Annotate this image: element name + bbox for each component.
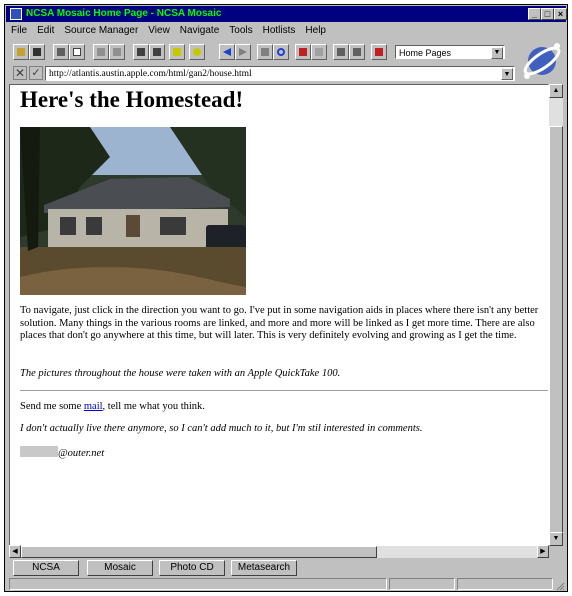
redacted-username <box>20 446 58 457</box>
menu-file[interactable]: File <box>11 25 27 36</box>
bottom-tabs: NCSA Mosaic Photo CD Metasearch <box>9 560 559 576</box>
status-panel-info <box>457 578 553 590</box>
copy-icon[interactable] <box>109 44 125 60</box>
menu-bar: File Edit Source Manager View Navigate Tools H… <box>7 23 565 39</box>
help-icon[interactable] <box>189 44 205 60</box>
menu-edit[interactable]: Edit <box>37 25 54 36</box>
email-address: @outer.net <box>20 446 542 461</box>
status-bar <box>7 578 565 591</box>
tab-photo-cd[interactable]: Photo CD <box>159 560 225 576</box>
find-icon[interactable] <box>133 44 149 60</box>
document-icon[interactable] <box>169 44 185 60</box>
menu-navigate[interactable]: Navigate <box>180 25 219 36</box>
chevron-down-icon[interactable]: ▼ <box>501 68 513 80</box>
reload-icon[interactable] <box>273 44 289 60</box>
page-content: Here's the Homestead! To navigate, just … <box>9 84 549 546</box>
tab-ncsa[interactable]: NCSA <box>13 560 79 576</box>
print-icon[interactable] <box>53 44 69 60</box>
address-row: ✕ ✓ http://atlantis.austin.apple.com/htm… <box>7 65 515 83</box>
cancel-icon[interactable] <box>311 44 327 60</box>
close-icon[interactable]: × <box>554 8 567 20</box>
save-disk-icon[interactable] <box>29 44 45 60</box>
confirm-url-icon[interactable]: ✓ <box>29 66 43 80</box>
mail-link[interactable]: mail <box>84 401 103 412</box>
tab-metasearch[interactable]: Metasearch <box>231 560 297 576</box>
hotlist-dropdown[interactable]: Home Pages ▼ <box>395 45 505 59</box>
mosaic-logo-icon[interactable] <box>519 39 565 83</box>
paragraph-navigation: To navigate, just click in the direction… <box>20 305 539 341</box>
house-photo <box>20 127 246 295</box>
browser-window: NCSA Mosaic Home Page - NCSA Mosaic _ □ … <box>4 4 568 592</box>
hotlist-dropdown-value: Home Pages <box>399 48 452 58</box>
scroll-down-icon[interactable]: ▼ <box>549 532 563 546</box>
mail-icon[interactable] <box>333 44 349 60</box>
cancel-url-icon[interactable]: ✕ <box>13 66 27 80</box>
forward-arrow-icon[interactable] <box>235 44 251 60</box>
horizontal-scroll-thumb[interactable] <box>21 546 377 558</box>
status-panel-progress <box>389 578 455 590</box>
window-title: NCSA Mosaic Home Page - NCSA Mosaic <box>26 8 222 19</box>
menu-view[interactable]: View <box>148 25 170 36</box>
vertical-scrollbar[interactable]: ▲ ▼ <box>549 84 563 546</box>
find-next-icon[interactable] <box>149 44 165 60</box>
toolbar: Home Pages ▼ <box>7 41 515 63</box>
news-icon[interactable] <box>349 44 365 60</box>
scroll-up-icon[interactable]: ▲ <box>549 84 563 98</box>
page-heading: Here's the Homestead! <box>20 87 244 112</box>
vertical-scroll-thumb[interactable] <box>549 126 563 540</box>
email-domain: @outer.net <box>58 448 105 459</box>
mail-text-after: , tell me what you think. <box>102 401 205 412</box>
scroll-left-icon[interactable]: ◀ <box>9 545 21 558</box>
horizontal-scrollbar[interactable]: ◀ ▶ <box>9 545 549 558</box>
divider <box>20 390 548 392</box>
minimize-icon[interactable]: _ <box>528 8 541 20</box>
maximize-icon[interactable]: □ <box>541 8 554 20</box>
home-icon[interactable] <box>295 44 311 60</box>
paragraph-mail: Send me some mail, tell me what you thin… <box>20 401 542 414</box>
scroll-right-icon[interactable]: ▶ <box>537 545 549 558</box>
menu-tools[interactable]: Tools <box>229 25 252 36</box>
tab-mosaic[interactable]: Mosaic <box>87 560 153 576</box>
url-field[interactable]: http://atlantis.austin.apple.com/html/ga… <box>45 66 515 81</box>
paragraph-camera: The pictures throughout the house were t… <box>20 368 341 379</box>
chevron-down-icon[interactable]: ▼ <box>491 47 503 59</box>
menu-source-manager[interactable]: Source Manager <box>64 25 138 36</box>
url-text: http://atlantis.austin.apple.com/html/ga… <box>49 69 252 79</box>
resize-grip-icon[interactable] <box>555 578 565 591</box>
back-arrow-icon[interactable] <box>219 44 235 60</box>
status-message <box>9 578 387 590</box>
add-hotlist-icon[interactable] <box>371 44 387 60</box>
open-folder-icon[interactable] <box>13 44 29 60</box>
cut-icon[interactable] <box>93 44 109 60</box>
print-preview-icon[interactable] <box>69 44 85 60</box>
mail-text-before: Send me some <box>20 401 84 412</box>
stop-icon[interactable] <box>257 44 273 60</box>
title-bar: NCSA Mosaic Home Page - NCSA Mosaic _ □ … <box>6 6 567 22</box>
app-icon[interactable] <box>10 8 22 20</box>
menu-help[interactable]: Help <box>305 25 326 36</box>
paragraph-comments: I don't actually live there anymore, so … <box>20 423 423 434</box>
menu-hotlists[interactable]: Hotlists <box>263 25 296 36</box>
